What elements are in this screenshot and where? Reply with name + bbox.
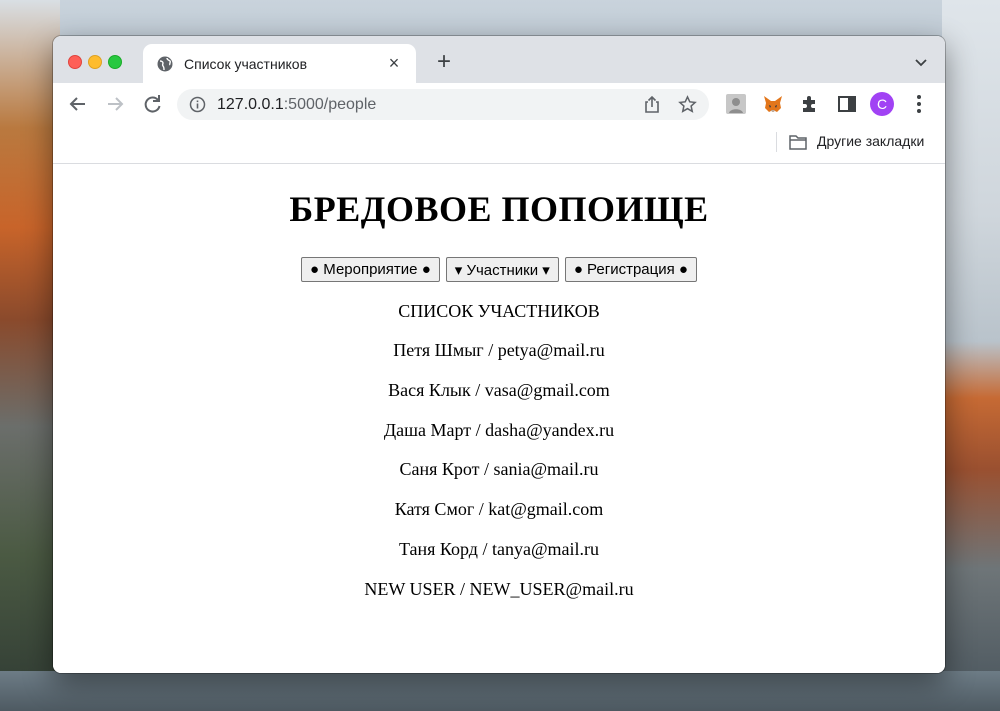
minimize-window-button[interactable] bbox=[88, 55, 102, 69]
list-item: Таня Корд / tanya@mail.ru bbox=[398, 538, 600, 559]
browser-window: Список участников × + 127.0.0.1:5000/peo… bbox=[53, 36, 945, 673]
desktop-wallpaper-left bbox=[0, 0, 60, 711]
metamask-fox-icon[interactable] bbox=[762, 93, 784, 115]
list-item: Саня Крот / sania@mail.ru bbox=[399, 459, 599, 480]
other-bookmarks-label: Другие закладки bbox=[817, 133, 925, 149]
menu-dots-icon[interactable] bbox=[908, 93, 930, 115]
url-path: :5000/people bbox=[283, 96, 377, 113]
folder-icon bbox=[789, 135, 807, 150]
tab-search-icon[interactable] bbox=[913, 54, 929, 70]
zoom-window-button[interactable] bbox=[108, 55, 122, 69]
reload-icon[interactable] bbox=[140, 92, 164, 116]
section-title: СПИСОК УЧАСТНИКОВ bbox=[398, 301, 600, 321]
close-window-button[interactable] bbox=[68, 55, 82, 69]
list-item: Катя Смог / kat@gmail.com bbox=[394, 499, 604, 520]
puzzle-icon[interactable] bbox=[799, 93, 821, 115]
nav-participants-button[interactable]: ▾ Участники ▾ bbox=[445, 257, 559, 282]
page-title: БРЕДОВОЕ ПОПОИЩЕ bbox=[289, 189, 709, 229]
desktop-wallpaper-right bbox=[942, 0, 1000, 711]
url-text: 127.0.0.1:5000/people bbox=[217, 96, 376, 114]
tab-title: Список участников bbox=[184, 56, 308, 72]
site-navigation: ● Мероприятие ● ▾ Участники ▾ ● Регистра… bbox=[53, 257, 945, 282]
list-item: NEW USER / NEW_USER@mail.ru bbox=[364, 578, 634, 599]
bookmarks-bar: Другие закладки bbox=[53, 125, 945, 164]
browser-toolbar: 127.0.0.1:5000/people C bbox=[53, 83, 945, 125]
tab-people[interactable]: Список участников × bbox=[143, 44, 416, 83]
new-tab-button[interactable]: + bbox=[432, 50, 456, 75]
tab-strip: Список участников × + bbox=[53, 36, 945, 83]
list-item: Вася Клык / vasa@gmail.com bbox=[388, 379, 610, 400]
url-host: 127.0.0.1 bbox=[217, 96, 284, 113]
list-item: Петя Шмыг / petya@mail.ru bbox=[393, 340, 605, 360]
star-icon[interactable] bbox=[678, 95, 697, 114]
address-bar[interactable]: 127.0.0.1:5000/people bbox=[177, 89, 709, 120]
back-icon[interactable] bbox=[66, 92, 90, 116]
bookmarks-separator bbox=[776, 132, 777, 152]
info-icon[interactable] bbox=[189, 96, 206, 113]
nav-events-button[interactable]: ● Мероприятие ● bbox=[301, 257, 440, 282]
profile-avatar[interactable]: C bbox=[870, 92, 894, 116]
people-list: Петя Шмыг / petya@mail.ru Вася Клык / va… bbox=[53, 340, 945, 619]
page-content: БРЕДОВОЕ ПОПОИЩЕ ● Мероприятие ● ▾ Участ… bbox=[53, 164, 945, 673]
extension-profile-icon[interactable] bbox=[725, 93, 747, 115]
forward-icon[interactable] bbox=[103, 92, 127, 116]
desktop-wallpaper-bottom bbox=[0, 671, 1000, 711]
list-item: Даша Март / dasha@yandex.ru bbox=[383, 419, 615, 440]
side-panel-icon[interactable] bbox=[836, 93, 858, 115]
share-icon[interactable] bbox=[643, 95, 661, 114]
close-tab-button[interactable]: × bbox=[384, 53, 404, 73]
globe-icon bbox=[157, 56, 173, 72]
nav-registration-button[interactable]: ● Регистрация ● bbox=[564, 257, 697, 282]
